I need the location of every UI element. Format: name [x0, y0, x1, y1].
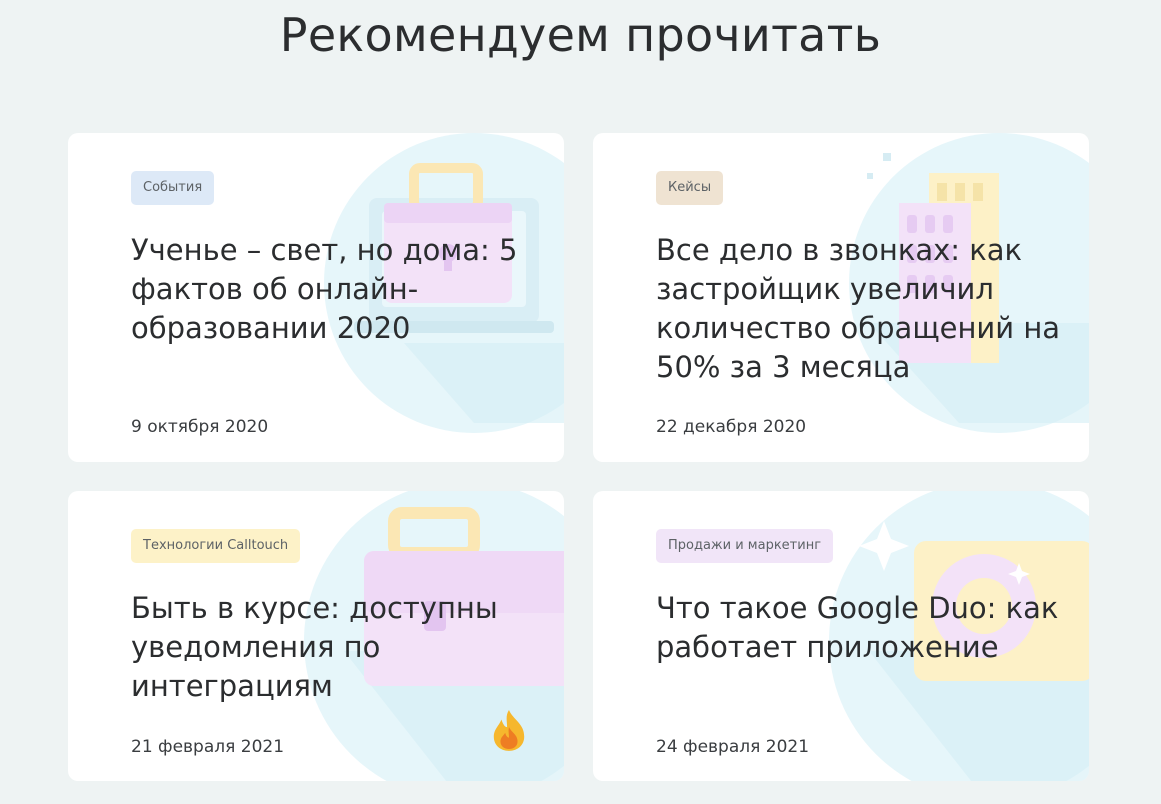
section-title: Рекомендуем прочитать [279, 8, 882, 62]
article-date: 21 февраля 2021 [131, 737, 285, 757]
article-title[interactable]: Ученье – свет, но дома: 5 фактов об онла… [131, 231, 541, 348]
article-title[interactable]: Что такое Google Duo: как работает прило… [656, 589, 1066, 667]
category-tag[interactable]: Технологии Calltouch [131, 529, 301, 563]
article-title[interactable]: Все дело в звонках: как застройщик увели… [656, 231, 1066, 387]
article-date: 9 октября 2020 [131, 417, 269, 437]
article-card-google-duo[interactable]: Продажи и маркетинг Что такое Google Duo… [593, 491, 1089, 781]
article-card-developer-case[interactable]: Кейсы Все дело в звонках: как застройщик… [593, 133, 1089, 462]
article-card-online-education[interactable]: События Ученье – свет, но дома: 5 фактов… [68, 133, 564, 462]
category-tag[interactable]: Кейсы [656, 171, 724, 205]
recommended-section: Рекомендуем прочитать События Ученье – с… [0, 0, 1161, 804]
article-date: 22 декабря 2020 [656, 417, 807, 437]
article-title[interactable]: Быть в курсе: доступны уведомления по ин… [131, 589, 541, 706]
fire-icon [493, 710, 525, 751]
category-tag[interactable]: Продажи и маркетинг [656, 529, 834, 563]
category-tag[interactable]: События [131, 171, 215, 205]
article-date: 24 февраля 2021 [656, 737, 810, 757]
article-card-integration-notifications[interactable]: Технологии Calltouch Быть в курсе: досту… [68, 491, 564, 781]
